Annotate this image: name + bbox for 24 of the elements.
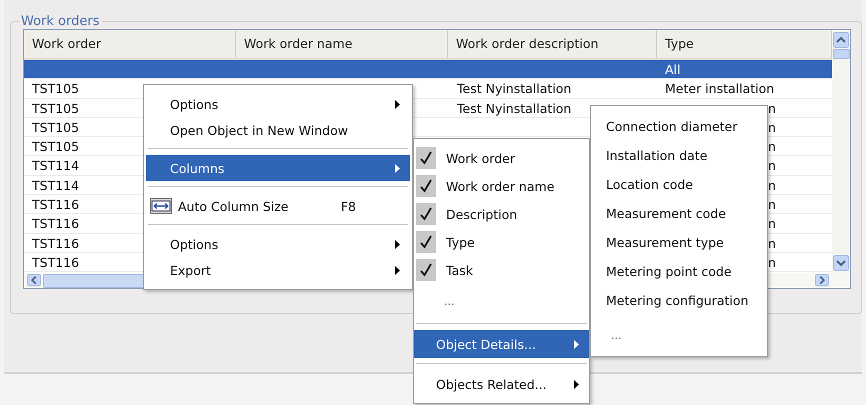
table-cell: TST105 (32, 139, 80, 154)
group-title: Work orders (20, 14, 100, 29)
table-cell: TST116 (32, 197, 80, 212)
table-cell: Test Nyinstallation (457, 81, 572, 96)
table-cell: n (768, 178, 776, 193)
table-cell: TST105 (32, 81, 80, 96)
table-cell: TST116 (32, 216, 80, 232)
table-cell: n (768, 139, 776, 154)
table-cell: n (768, 197, 776, 212)
table-cell: n (768, 100, 776, 116)
table-cell: n (768, 216, 776, 232)
table-cell: All (665, 62, 680, 77)
table-cell: TST116 (32, 236, 80, 251)
table-cell: TST116 (32, 254, 80, 270)
table-cell: TST105 (32, 100, 80, 116)
table-cell: TST114 (32, 178, 80, 193)
table-cell: n (768, 236, 776, 251)
table-cell: n (768, 120, 776, 135)
table-cell: TST105 (32, 120, 80, 135)
table-cell: Test Nyinstallation (457, 100, 572, 116)
table-cell: Meter installation (665, 81, 774, 96)
table-cell: TST114 (32, 158, 80, 174)
table-cell: n (768, 158, 776, 174)
table-cell: n (768, 254, 776, 270)
